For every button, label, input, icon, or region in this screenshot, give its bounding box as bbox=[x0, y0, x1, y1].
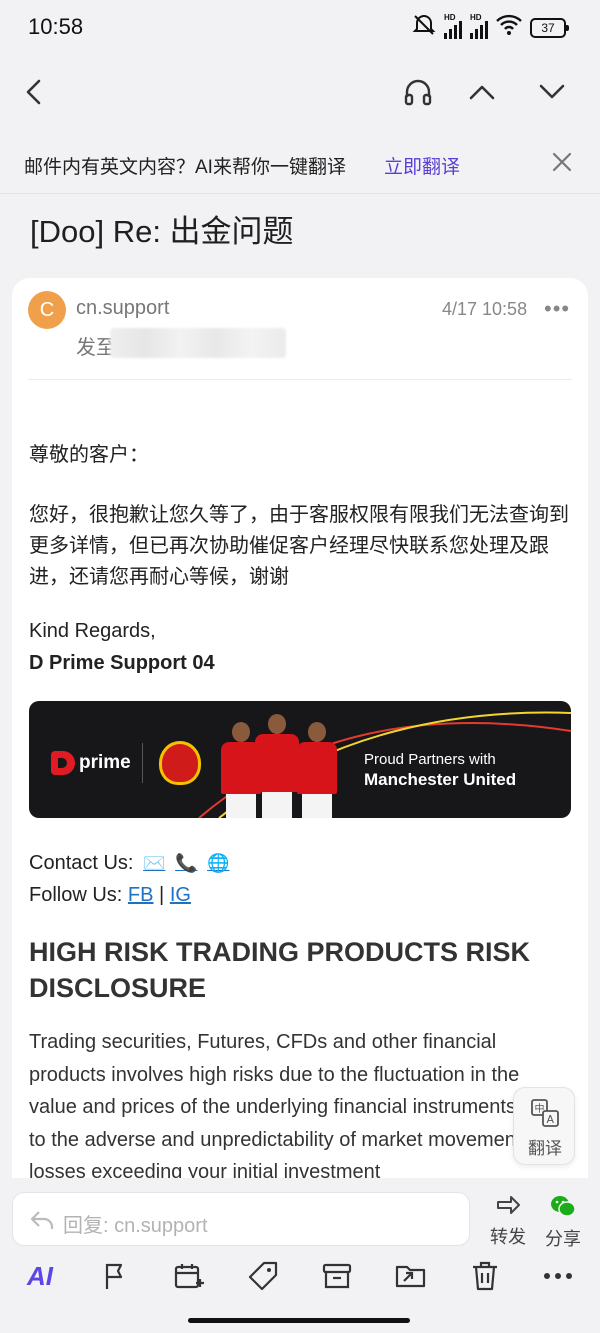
sender-name[interactable]: cn.support bbox=[76, 297, 169, 320]
chevron-down-icon bbox=[539, 84, 565, 99]
email-paragraph: 您好，很抱歉让您久等了，由于客服权限有限我们无法查询到更多详情，但已再次协助催促… bbox=[29, 504, 569, 588]
reply-bar: 回复: cn.support 转发 分享 AI bbox=[0, 1178, 600, 1333]
phone-icon[interactable]: 📞 bbox=[175, 853, 197, 874]
mute-vibrate-icon bbox=[412, 14, 436, 41]
move-to-folder-button[interactable] bbox=[391, 1256, 431, 1296]
facebook-link[interactable]: FB bbox=[128, 884, 154, 906]
more-options-button[interactable]: ••• bbox=[544, 296, 570, 322]
banner-close-button[interactable] bbox=[548, 148, 576, 181]
club-crest-icon bbox=[159, 741, 201, 785]
translate-fab-label: 翻译 bbox=[528, 1139, 562, 1158]
translate-now-link[interactable]: 立即翻译 bbox=[384, 152, 460, 179]
translate-banner-text: 邮件内有英文内容？AI来帮你一键翻译 bbox=[24, 157, 346, 178]
delete-button[interactable] bbox=[465, 1256, 505, 1296]
globe-icon[interactable]: 🌐 bbox=[207, 853, 229, 874]
tag-icon bbox=[248, 1261, 278, 1291]
contact-label: Contact Us: bbox=[29, 852, 134, 874]
tag-button[interactable] bbox=[243, 1256, 283, 1296]
reply-placeholder: 回复: cn.support bbox=[63, 1215, 208, 1237]
promo-separator bbox=[142, 743, 143, 783]
email-date: 4/17 10:58 bbox=[442, 299, 528, 319]
follow-separator: | bbox=[159, 884, 165, 906]
listen-button[interactable] bbox=[396, 70, 440, 114]
top-nav bbox=[0, 60, 600, 122]
bottom-toolbar: AI bbox=[0, 1256, 600, 1300]
header-divider bbox=[28, 379, 572, 380]
email-card: C cn.support 发至 4/17 10:58 ••• 尊敬的客户： 您好… bbox=[12, 278, 588, 1198]
promo-brand: prime bbox=[79, 752, 131, 773]
calendar-add-icon bbox=[174, 1264, 204, 1289]
signal-hd-1-icon: HD bbox=[444, 13, 462, 39]
risk-body: Trading securities, Futures, CFDs and ot… bbox=[29, 1031, 564, 1183]
next-email-button[interactable] bbox=[530, 70, 574, 114]
more-icon bbox=[544, 1273, 572, 1279]
share-button[interactable]: 分享 bbox=[538, 1194, 588, 1251]
dprime-logo: prime bbox=[51, 751, 131, 775]
share-label: 分享 bbox=[545, 1229, 581, 1249]
home-indicator bbox=[188, 1318, 410, 1323]
status-icons: HD HD 37 bbox=[412, 13, 569, 41]
player-figure-2 bbox=[255, 714, 299, 818]
reply-input[interactable]: 回复: cn.support bbox=[12, 1192, 470, 1246]
headphones-icon bbox=[404, 79, 432, 106]
trash-icon bbox=[473, 1261, 497, 1291]
translate-icon: 中 A bbox=[531, 1099, 559, 1127]
recipient-redacted[interactable] bbox=[110, 328, 286, 358]
chevron-up-icon bbox=[469, 85, 495, 100]
flag-icon bbox=[105, 1263, 123, 1289]
archive-button[interactable] bbox=[317, 1256, 357, 1296]
archive-icon bbox=[322, 1263, 352, 1289]
flag-button[interactable] bbox=[95, 1256, 135, 1296]
risk-heading: HIGH RISK TRADING PRODUCTS RISK DISCLOSU… bbox=[29, 937, 531, 1003]
battery-icon: 37 bbox=[530, 17, 569, 38]
email-regards: Kind Regards, bbox=[29, 620, 156, 642]
follow-row: Follow Us: FB | IG bbox=[29, 880, 569, 911]
more-actions-button[interactable] bbox=[538, 1256, 578, 1296]
promo-banner[interactable]: prime Proud Partners with Manchester Uni… bbox=[29, 701, 571, 818]
back-button[interactable] bbox=[12, 70, 56, 114]
follow-label: Follow Us: bbox=[29, 884, 123, 906]
promo-line1: Proud Partners with bbox=[364, 751, 496, 768]
translate-banner: 邮件内有英文内容？AI来帮你一键翻译 立即翻译 bbox=[0, 132, 600, 194]
ai-assistant-button[interactable]: AI bbox=[20, 1256, 60, 1296]
previous-email-button[interactable] bbox=[460, 70, 504, 114]
email-greeting: 尊敬的客户： bbox=[29, 444, 149, 466]
close-icon bbox=[552, 152, 572, 172]
forward-button[interactable]: 转发 bbox=[483, 1194, 533, 1249]
signal-hd-2-icon: HD bbox=[470, 13, 488, 39]
email-subject: [Doo] Re: 出金问题 bbox=[30, 214, 294, 249]
translate-floating-button[interactable]: 中 A 翻译 bbox=[513, 1087, 575, 1165]
avatar[interactable]: C bbox=[28, 291, 66, 329]
add-to-calendar-button[interactable] bbox=[169, 1256, 209, 1296]
dprime-mark-icon bbox=[51, 751, 75, 775]
move-folder-icon bbox=[395, 1265, 426, 1288]
email-icon[interactable]: ✉️ bbox=[143, 853, 165, 874]
contact-row: Contact Us: ✉️ 📞 🌐 bbox=[29, 848, 569, 879]
ai-label: AI bbox=[27, 1260, 53, 1291]
wifi-icon bbox=[496, 14, 522, 41]
svg-text:A: A bbox=[547, 1113, 555, 1126]
status-bar: 10:58 HD HD 37 bbox=[0, 0, 600, 56]
forward-label: 转发 bbox=[490, 1227, 526, 1247]
reply-icon bbox=[30, 1211, 54, 1229]
forward-icon bbox=[497, 1196, 520, 1214]
email-signature: D Prime Support 04 bbox=[29, 652, 215, 674]
player-figure-3 bbox=[297, 722, 337, 818]
chevron-left-icon bbox=[26, 79, 41, 105]
status-time: 10:58 bbox=[28, 14, 84, 39]
promo-line2: Manchester United bbox=[364, 770, 517, 789]
instagram-link[interactable]: IG bbox=[170, 884, 191, 906]
wechat-icon bbox=[551, 1196, 576, 1217]
